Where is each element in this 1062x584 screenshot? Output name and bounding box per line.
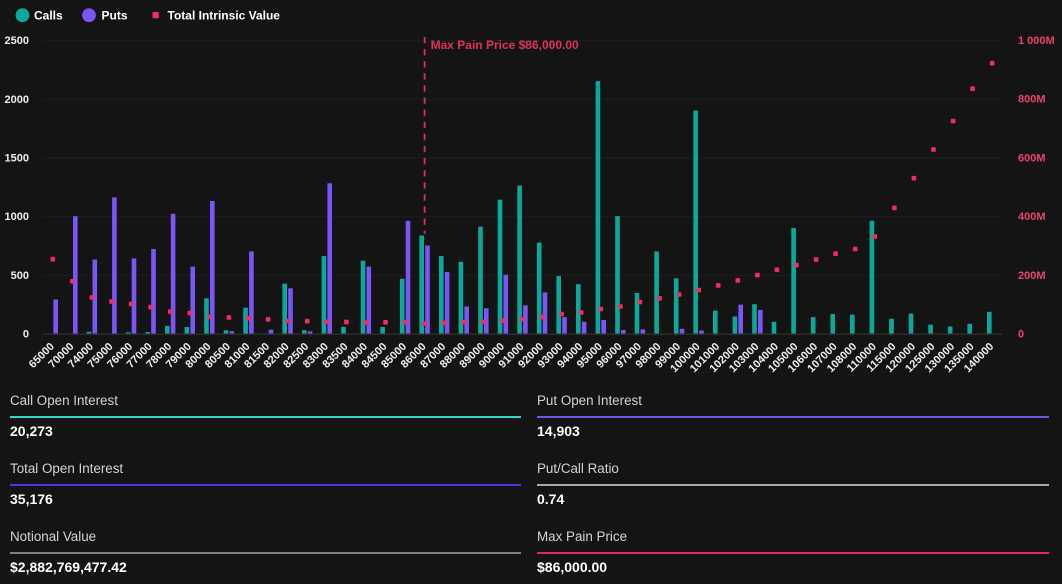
svg-text:500: 500 bbox=[11, 270, 29, 282]
svg-text:1500: 1500 bbox=[5, 153, 29, 165]
svg-text:0: 0 bbox=[1018, 329, 1024, 341]
svg-text:Total Intrinsic Value: Total Intrinsic Value bbox=[168, 9, 281, 23]
svg-text:Puts: Puts bbox=[102, 9, 128, 23]
svg-text:2000: 2000 bbox=[5, 94, 29, 106]
svg-text:2500: 2500 bbox=[5, 35, 29, 47]
svg-text:200M: 200M bbox=[1018, 270, 1046, 282]
svg-text:600M: 600M bbox=[1018, 152, 1046, 164]
svg-text:400M: 400M bbox=[1018, 211, 1046, 223]
svg-text:800M: 800M bbox=[1018, 94, 1046, 106]
svg-text:Calls: Calls bbox=[34, 9, 63, 23]
svg-text:Max Pain Price $86,000.00: Max Pain Price $86,000.00 bbox=[431, 38, 579, 52]
svg-text:1 000M: 1 000M bbox=[1018, 35, 1055, 47]
svg-text:1000: 1000 bbox=[5, 211, 29, 223]
svg-text:0: 0 bbox=[23, 329, 29, 341]
